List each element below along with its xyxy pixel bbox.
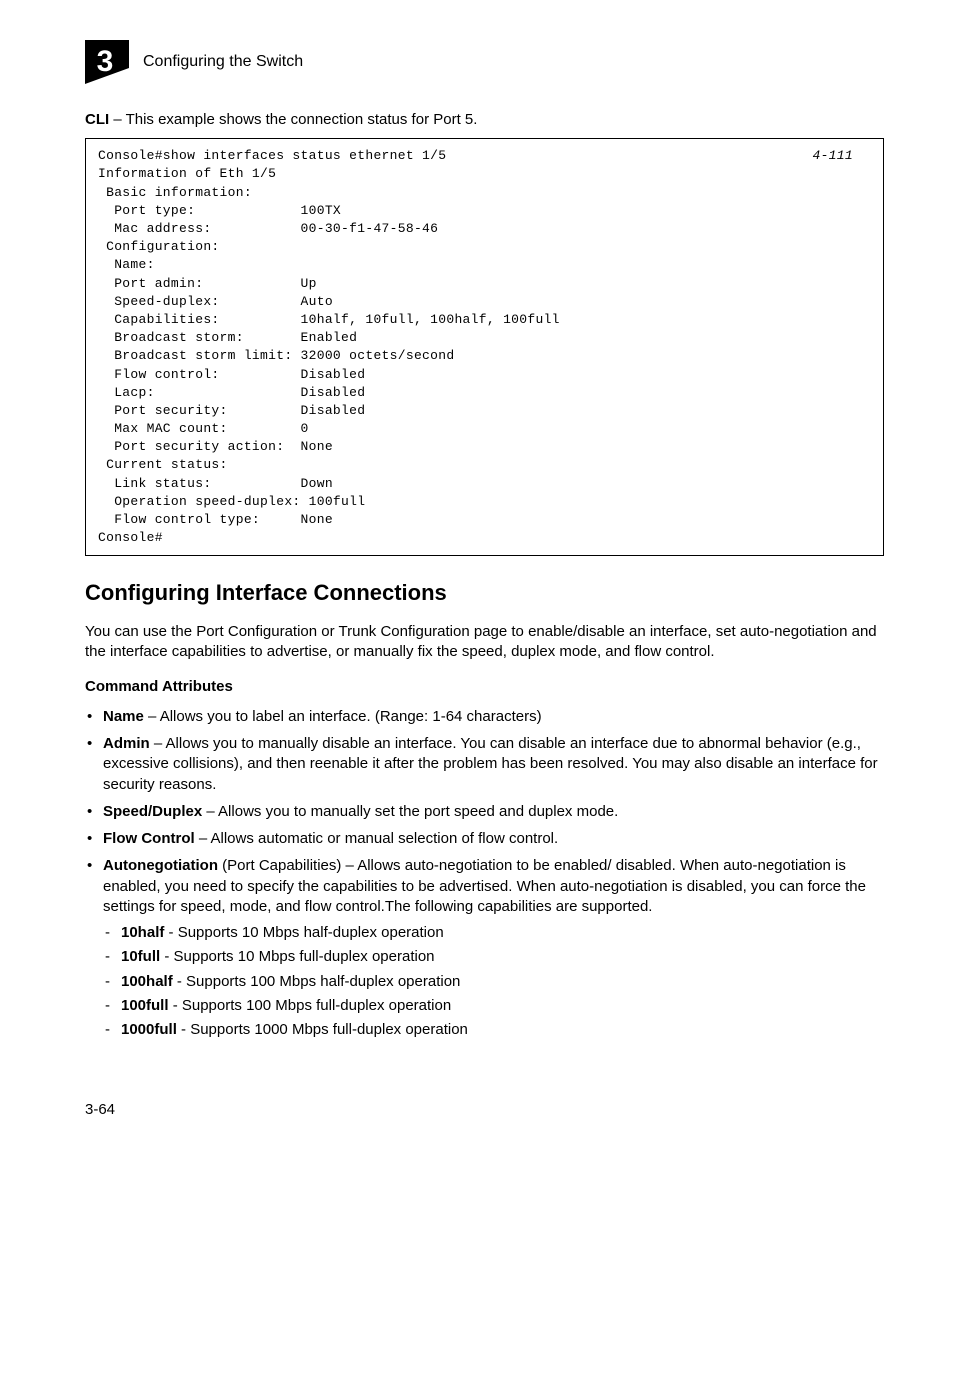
attr-text: – Allows you to manually disable an inte… [103, 735, 878, 793]
command-attributes-heading: Command Attributes [85, 677, 884, 697]
attr-term: Admin [103, 735, 150, 752]
code-line: Flow control type: None [98, 512, 333, 527]
code-line: Port type: 100TX [98, 203, 341, 218]
sub-text: - Supports 100 Mbps full-duplex operatio… [169, 997, 452, 1014]
code-line: Max MAC count: 0 [98, 421, 309, 436]
sub-term: 10half [121, 924, 164, 941]
chapter-number-icon: 3 [85, 40, 129, 84]
code-line: Capabilities: 10half, 10full, 100half, 1… [98, 312, 560, 327]
cli-output-block: 4-111 Console#show interfaces status ethe… [85, 138, 884, 556]
code-line: Broadcast storm: Enabled [98, 330, 357, 345]
code-line: Link status: Down [98, 476, 333, 491]
code-line: Port security action: None [98, 439, 333, 454]
sub-text: - Supports 1000 Mbps full-duplex operati… [177, 1021, 468, 1038]
code-line: Console#show interfaces status ethernet … [98, 148, 446, 163]
code-line: Lacp: Disabled [98, 385, 365, 400]
header-title: Configuring the Switch [143, 51, 303, 73]
sublist-item: 1000full - Supports 1000 Mbps full-duple… [103, 1020, 884, 1040]
attr-text: – Allows you to label an interface. (Ran… [144, 708, 542, 725]
section-intro: You can use the Port Configuration or Tr… [85, 622, 884, 663]
sublist-item: 100full - Supports 100 Mbps full-duplex … [103, 996, 884, 1016]
page-header: 3 Configuring the Switch [85, 40, 884, 84]
attr-term: Name [103, 708, 144, 725]
sub-text: - Supports 100 Mbps half-duplex operatio… [173, 973, 461, 990]
svg-text:3: 3 [97, 45, 114, 78]
list-item: Autonegotiation (Port Capabilities) – Al… [85, 856, 884, 1040]
code-line: Name: [98, 257, 155, 272]
page-number: 3-64 [85, 1100, 884, 1120]
capability-sublist: 10half - Supports 10 Mbps half-duplex op… [103, 923, 884, 1040]
cli-text: – This example shows the connection stat… [109, 111, 477, 128]
attr-term: Autonegotiation [103, 857, 218, 874]
attr-term: Flow Control [103, 830, 195, 847]
code-line: Flow control: Disabled [98, 367, 365, 382]
attr-term: Speed/Duplex [103, 803, 202, 820]
code-line: Current status: [98, 457, 228, 472]
sub-term: 10full [121, 948, 160, 965]
sub-term: 100full [121, 997, 169, 1014]
attr-text: – Allows you to manually set the port sp… [202, 803, 618, 820]
attr-text: – Allows automatic or manual selection o… [195, 830, 559, 847]
code-line: Console# [98, 530, 163, 545]
code-line: Operation speed-duplex: 100full [98, 494, 365, 509]
code-line: Information of Eth 1/5 [98, 166, 276, 181]
sub-text: - Supports 10 Mbps half-duplex operation [164, 924, 443, 941]
code-line: Port admin: Up [98, 276, 317, 291]
cli-label: CLI [85, 111, 109, 128]
cli-intro: CLI – This example shows the connection … [85, 110, 884, 130]
list-item: Admin – Allows you to manually disable a… [85, 734, 884, 795]
list-item: Speed/Duplex – Allows you to manually se… [85, 802, 884, 822]
sublist-item: 10full - Supports 10 Mbps full-duplex op… [103, 947, 884, 967]
sublist-item: 10half - Supports 10 Mbps half-duplex op… [103, 923, 884, 943]
code-line: Mac address: 00-30-f1-47-58-46 [98, 221, 438, 236]
code-line: Broadcast storm limit: 32000 octets/seco… [98, 348, 454, 363]
list-item: Flow Control – Allows automatic or manua… [85, 829, 884, 849]
list-item: Name – Allows you to label an interface.… [85, 707, 884, 727]
sub-text: - Supports 10 Mbps full-duplex operation [160, 948, 434, 965]
sub-term: 1000full [121, 1021, 177, 1038]
sublist-item: 100half - Supports 100 Mbps half-duplex … [103, 972, 884, 992]
attr-text: (Port Capabilities) – Allows auto-negoti… [103, 857, 866, 915]
code-line: Basic information: [98, 185, 252, 200]
sub-term: 100half [121, 973, 173, 990]
code-line: Port security: Disabled [98, 403, 365, 418]
code-line: Configuration: [98, 239, 220, 254]
section-heading: Configuring Interface Connections [85, 578, 884, 608]
code-line: Speed-duplex: Auto [98, 294, 333, 309]
code-page-ref: 4-111 [812, 147, 853, 165]
attribute-list: Name – Allows you to label an interface.… [85, 707, 884, 1041]
